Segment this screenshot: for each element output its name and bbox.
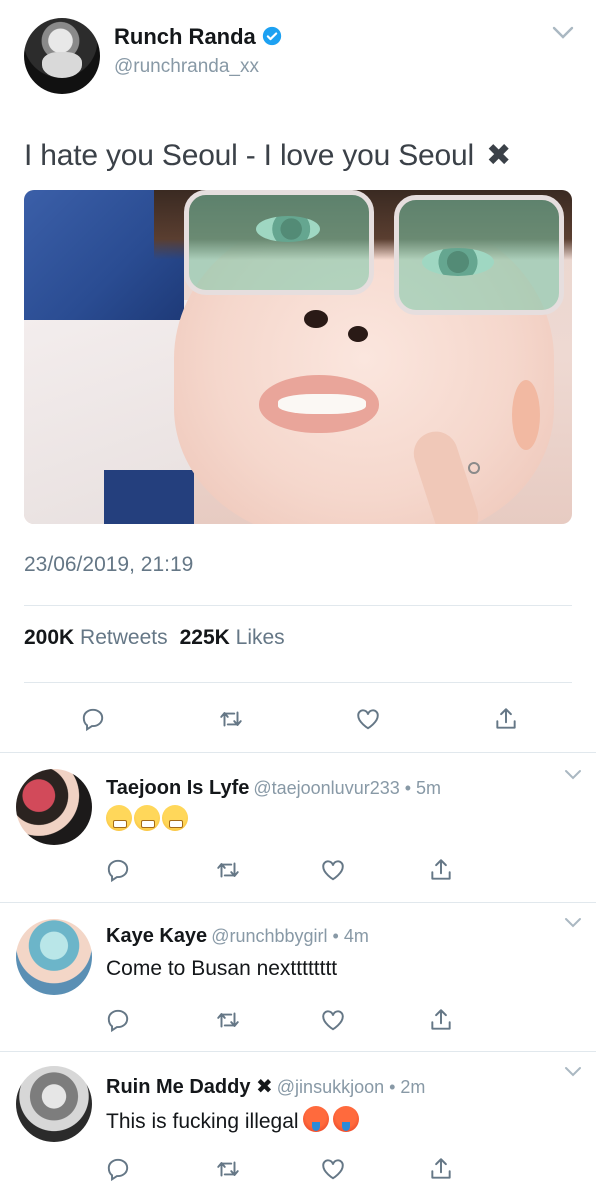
reply-avatar[interactable] — [16, 919, 92, 995]
retweet-icon — [217, 1161, 239, 1177]
verified-badge-icon — [262, 26, 281, 46]
share-icon — [431, 1158, 451, 1179]
author-name-row[interactable]: Runch Randa — [114, 24, 282, 50]
reply-author-name[interactable]: Taejoon Is Lyfe — [106, 777, 249, 799]
retweets-count: 200K — [24, 626, 75, 649]
retweets-stat[interactable]: 200K Retweets — [24, 626, 168, 649]
share-icon — [496, 708, 516, 729]
photo-teeth — [278, 394, 366, 414]
tweet-photo[interactable] — [24, 190, 572, 524]
retweet-button[interactable] — [213, 1005, 243, 1035]
reply-icon — [107, 1009, 129, 1033]
tweet-text: I hate you Seoul - I love you Seoul ✖ — [24, 138, 511, 173]
photo-glasses-right-lens — [394, 195, 564, 315]
photo-denim-lower — [104, 470, 194, 524]
share-button[interactable] — [426, 855, 456, 885]
reply-button[interactable] — [78, 704, 108, 734]
share-button[interactable] — [426, 1005, 456, 1035]
likes-label: Likes — [235, 626, 285, 649]
reply-handle: @runchbbygirl • 4m — [211, 926, 369, 946]
like-button[interactable] — [318, 1005, 348, 1035]
reply-item[interactable]: Ruin Me Daddy ✖ @jinsukkjoon • 2m This is… — [0, 1052, 596, 1200]
reply-button[interactable] — [103, 1154, 133, 1184]
photo-ear — [512, 380, 540, 450]
like-button[interactable] — [318, 1154, 348, 1184]
author-handle[interactable]: @runchranda_xx — [114, 56, 259, 78]
retweet-icon — [220, 711, 242, 727]
reply-header: Taejoon Is Lyfe @taejoonluvur233 • 5m — [106, 777, 441, 800]
reply-item[interactable]: Kaye Kaye @runchbbygirl • 4m Come to Busa… — [0, 903, 596, 1051]
reply-handle: @taejoonluvur233 • 5m — [253, 778, 442, 798]
reply-action-bar — [0, 1005, 596, 1035]
tweet-header: Runch Randa @runchranda_xx — [24, 18, 574, 98]
reply-author-name[interactable]: Kaye Kaye — [106, 925, 207, 947]
reply-header: Kaye Kaye @runchbbygirl • 4m — [106, 925, 369, 948]
reply-item[interactable]: Taejoon Is Lyfe @taejoonluvur233 • 5m — [0, 753, 596, 901]
tweet-action-bar — [0, 704, 596, 734]
share-icon — [431, 1009, 451, 1030]
retweets-label: Retweets — [80, 626, 168, 649]
reply-header: Ruin Me Daddy ✖ @jinsukkjoon • 2m — [106, 1074, 425, 1099]
chevron-down-icon[interactable] — [564, 769, 582, 780]
cross-mark-emoji: ✖ — [486, 139, 512, 172]
heart-icon — [322, 1010, 344, 1031]
reply-text: Come to Busan nextttttttt — [106, 957, 338, 980]
tweet-text-body: I hate you Seoul - I love you Seoul — [24, 139, 474, 172]
author-avatar[interactable] — [24, 18, 100, 94]
hot-face-emoji — [332, 1106, 359, 1132]
reply-author-name[interactable]: Ruin Me Daddy ✖ — [106, 1076, 273, 1098]
reply-action-bar — [0, 855, 596, 885]
author-name[interactable]: Runch Randa — [114, 24, 256, 49]
reply-icon — [107, 859, 129, 883]
chevron-down-icon[interactable] — [564, 1066, 582, 1077]
likes-stat[interactable]: 225K Likes — [180, 626, 285, 649]
reply-text: This is fucking illegal — [106, 1106, 359, 1134]
divider — [24, 605, 572, 606]
reply-button[interactable] — [103, 1005, 133, 1035]
reply-action-bar — [0, 1154, 596, 1184]
retweet-button[interactable] — [213, 1154, 243, 1184]
retweet-icon — [217, 862, 239, 878]
reply-text — [106, 805, 190, 833]
reply-icon — [82, 708, 104, 732]
tired-face-emoji — [106, 805, 132, 831]
reply-icon — [107, 1158, 129, 1182]
share-button[interactable] — [426, 1154, 456, 1184]
like-button[interactable] — [318, 855, 348, 885]
retweet-button[interactable] — [213, 855, 243, 885]
share-button[interactable] — [491, 704, 521, 734]
reply-text-body: This is fucking illegal — [106, 1110, 299, 1133]
reply-avatar[interactable] — [16, 769, 92, 845]
tweet-stats: 200K Retweets 225K Likes — [24, 626, 285, 650]
share-icon — [431, 859, 451, 880]
tweet-timestamp: 23/06/2019, 21:19 — [24, 553, 194, 576]
photo-nostril-right — [348, 326, 368, 342]
reply-avatar[interactable] — [16, 1066, 92, 1142]
reply-button[interactable] — [103, 855, 133, 885]
heart-icon — [357, 709, 379, 730]
tired-face-emoji — [134, 805, 160, 831]
reply-handle: @jinsukkjoon • 2m — [276, 1077, 426, 1097]
chevron-down-icon[interactable] — [564, 917, 582, 928]
photo-earring — [468, 462, 480, 474]
chevron-down-icon[interactable] — [552, 26, 574, 40]
divider — [24, 682, 572, 683]
likes-count: 225K — [179, 626, 230, 649]
hot-face-emoji — [302, 1106, 329, 1132]
retweet-button[interactable] — [216, 704, 246, 734]
photo-nostril-left — [304, 310, 328, 328]
photo-glasses-left-lens — [184, 190, 374, 295]
like-button[interactable] — [353, 704, 383, 734]
tired-face-emoji — [162, 805, 188, 831]
heart-icon — [322, 1159, 344, 1180]
heart-icon — [322, 860, 344, 881]
retweet-icon — [217, 1012, 239, 1028]
